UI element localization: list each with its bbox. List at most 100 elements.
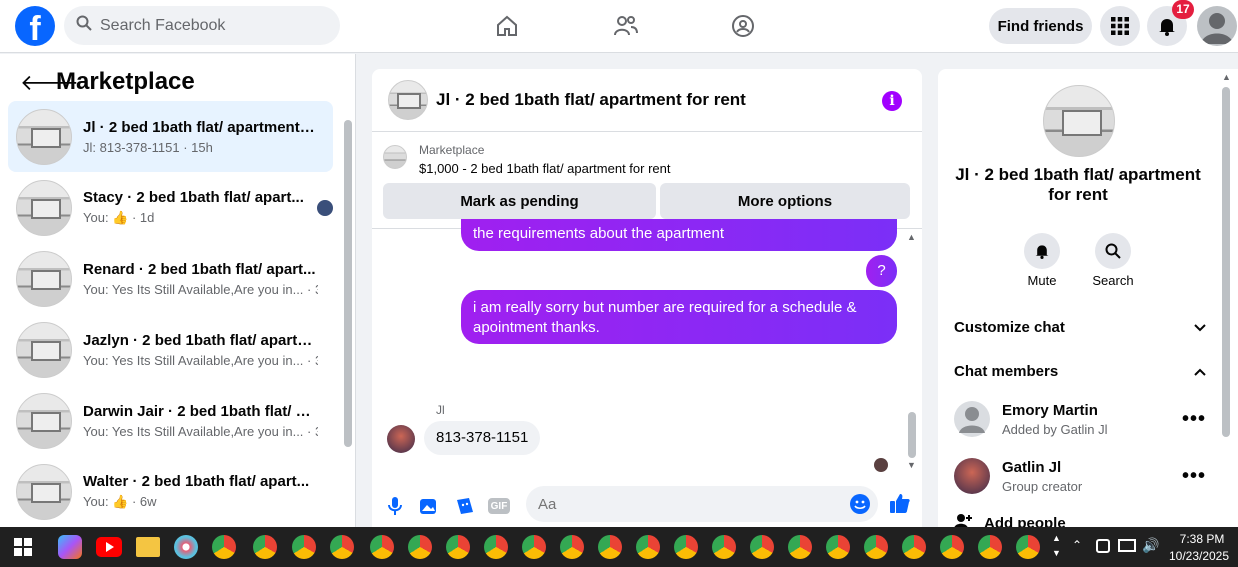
outgoing-message[interactable]: ? <box>866 255 897 287</box>
friends-icon[interactable] <box>612 12 640 40</box>
conversation-item[interactable]: Walter · 2 bed 1bath flat/ apart... You: … <box>8 456 333 527</box>
conversation-item[interactable]: Renard · 2 bed 1bath flat/ apart... You: … <box>8 243 333 314</box>
sender-name: Jl <box>436 403 445 417</box>
listing-avatar[interactable] <box>1043 85 1115 157</box>
network-icon[interactable] <box>1118 539 1136 552</box>
chrome-profile-icon[interactable] <box>330 535 354 559</box>
info-icon[interactable]: i <box>882 91 902 111</box>
more-options-icon[interactable]: ••• <box>1182 465 1206 488</box>
conversation-preview: Jl: 813-378-1151 · 15h <box>83 139 213 155</box>
chrome-profile-icon[interactable] <box>446 535 470 559</box>
mute-bell-icon[interactable] <box>1024 233 1060 269</box>
outgoing-message[interactable]: i am really sorry but number are require… <box>461 290 897 344</box>
conversation-item[interactable]: Jazlyn · 2 bed 1bath flat/ apartm... You:… <box>8 314 333 385</box>
chevron-up-icon <box>1194 363 1206 380</box>
chat-title[interactable]: Jl · 2 bed 1bath flat/ apartment for ren… <box>436 90 746 110</box>
clock-date[interactable]: 10/23/2025 <box>1162 549 1236 563</box>
scroll-down-arrow-icon[interactable]: ▼ <box>907 460 916 470</box>
chrome-profile-icon[interactable] <box>788 535 812 559</box>
conversation-item[interactable]: Darwin Jair · 2 bed 1bath flat/ ap... You… <box>8 385 333 456</box>
chat-panel: Jl · 2 bed 1bath flat/ apartment for ren… <box>372 69 922 527</box>
sender-avatar[interactable] <box>387 425 415 453</box>
chrome-profile-icon[interactable] <box>484 535 508 559</box>
seen-avatar <box>874 458 888 472</box>
chrome-profile-icon[interactable] <box>408 535 432 559</box>
chrome-profile-icon[interactable] <box>212 535 236 559</box>
more-options-icon[interactable]: ••• <box>1182 408 1206 431</box>
message-input[interactable] <box>526 486 878 522</box>
member-row[interactable]: Gatlin Jl Group creator ••• <box>954 451 1206 501</box>
scrollbar[interactable] <box>344 120 352 447</box>
conversation-name: Jl · 2 bed 1bath flat/ apartment f... <box>83 118 318 136</box>
chrome-profile-icon[interactable] <box>292 535 316 559</box>
photo-icon[interactable] <box>418 495 440 517</box>
youtube-icon[interactable] <box>96 537 122 557</box>
incoming-message[interactable]: 813-378-1151 <box>424 421 541 455</box>
like-thumb-icon[interactable] <box>889 492 911 514</box>
battery-icon[interactable] <box>1096 539 1110 553</box>
chrome-profile-icon[interactable] <box>750 535 774 559</box>
clock-time[interactable]: 7:38 PM <box>1172 532 1232 546</box>
member-name: Gatlin Jl <box>1002 458 1062 476</box>
paint-icon[interactable] <box>174 535 198 559</box>
mark-as-pending-button[interactable]: Mark as pending <box>383 183 656 219</box>
gif-icon[interactable]: GIF <box>488 498 510 514</box>
copilot-icon[interactable] <box>58 535 82 559</box>
member-row[interactable]: Emory Martin Added by Gatlin Jl ••• <box>954 394 1206 444</box>
conversation-item[interactable]: Jl · 2 bed 1bath flat/ apartment f... Jl:… <box>8 101 333 172</box>
system-tray-chevron-icon[interactable]: ⌃ <box>1072 538 1082 552</box>
listing-thumbnail <box>16 108 72 165</box>
listing-thumbnail <box>16 392 72 449</box>
conversation-name: Stacy · 2 bed 1bath flat/ apart... <box>83 189 304 206</box>
chrome-profile-icon[interactable] <box>826 535 850 559</box>
menu-grid-icon[interactable] <box>1100 6 1140 46</box>
outgoing-message[interactable]: the requirements about the apartment <box>461 219 897 251</box>
chrome-profile-icon[interactable] <box>940 535 964 559</box>
customize-chat-row[interactable]: Customize chat <box>954 319 1206 336</box>
chat-scrollbar[interactable] <box>908 412 916 458</box>
chrome-profile-icon[interactable] <box>598 535 622 559</box>
mute-label: Mute <box>1027 273 1057 288</box>
chrome-profile-icon[interactable] <box>560 535 584 559</box>
chrome-profile-icon[interactable] <box>636 535 660 559</box>
chrome-profile-icon[interactable] <box>864 535 888 559</box>
panel-title: Marketplace <box>56 68 195 95</box>
chrome-profile-icon[interactable] <box>253 535 277 559</box>
chrome-profile-icon[interactable] <box>978 535 1002 559</box>
home-icon[interactable] <box>493 12 521 40</box>
scroll-up-arrow-icon[interactable]: ▲ <box>1222 72 1231 82</box>
listing-label: Marketplace <box>419 143 485 157</box>
file-explorer-icon[interactable] <box>136 537 160 557</box>
chrome-profile-icon[interactable] <box>902 535 926 559</box>
more-options-button[interactable]: More options <box>660 183 910 219</box>
conversation-name: Renard · 2 bed 1bath flat/ apart... <box>83 260 316 278</box>
member-role: Added by Gatlin Jl <box>1002 421 1108 437</box>
chat-listing-thumbnail[interactable] <box>388 80 428 120</box>
facebook-logo[interactable]: f <box>15 6 55 46</box>
conversation-item[interactable]: Stacy · 2 bed 1bath flat/ apart... You: 👍… <box>8 172 333 243</box>
listing-thumbnail <box>16 463 72 520</box>
read-receipt-avatar <box>317 199 333 216</box>
search-conversation-icon[interactable] <box>1095 233 1131 269</box>
groups-icon[interactable] <box>729 12 757 40</box>
chrome-profile-icon[interactable] <box>522 535 546 559</box>
volume-icon[interactable]: 🔊 <box>1142 537 1159 554</box>
search-bar[interactable]: Search Facebook <box>64 6 340 45</box>
microphone-icon[interactable] <box>384 495 406 517</box>
details-scrollbar[interactable] <box>1222 87 1230 437</box>
chrome-profile-icon[interactable] <box>1016 535 1040 559</box>
sticker-icon[interactable] <box>454 495 476 517</box>
windows-start-icon[interactable] <box>14 538 32 561</box>
find-friends-button[interactable]: Find friends <box>989 8 1092 44</box>
conversation-name: Jazlyn · 2 bed 1bath flat/ apartm... <box>83 331 318 349</box>
listing-price[interactable]: $1,000 - 2 bed 1bath flat/ apartment for… <box>419 161 671 176</box>
chrome-profile-icon[interactable] <box>712 535 736 559</box>
add-people-button[interactable]: Add people <box>954 513 1066 527</box>
profile-avatar[interactable] <box>1197 6 1237 46</box>
scroll-up-arrow-icon[interactable]: ▲ <box>907 232 916 242</box>
chrome-profile-icon[interactable] <box>674 535 698 559</box>
chrome-profile-icon[interactable] <box>370 535 394 559</box>
taskbar-overflow-icon[interactable]: ▲ ▼ <box>1052 531 1061 561</box>
emoji-icon[interactable] <box>850 494 870 514</box>
chat-members-row[interactable]: Chat members <box>954 363 1206 380</box>
